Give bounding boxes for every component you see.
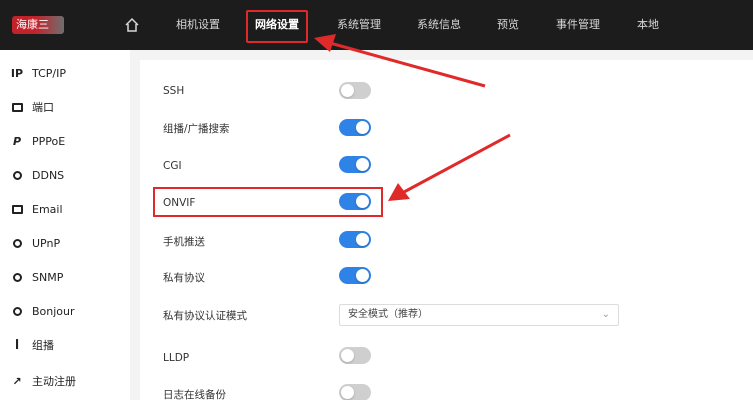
lldp-label: LLDP	[163, 352, 190, 364]
sidebar-item-snmp[interactable]: SNMP	[10, 267, 63, 287]
cgi-label: CGI	[163, 160, 182, 172]
tab-camera-settings[interactable]: 相机设置	[176, 0, 220, 50]
email-icon	[11, 204, 23, 214]
tab-preview[interactable]: 预览	[497, 0, 519, 50]
pppoe-icon: P	[12, 134, 22, 148]
sidebar-item-bonjour[interactable]: Bonjour	[10, 301, 75, 321]
toggle-knob	[356, 158, 369, 171]
private-protocol-label: 私有协议	[163, 272, 205, 284]
onvif-label: ONVIF	[163, 197, 196, 209]
sidebar-item-label: 主动注册	[32, 375, 76, 388]
toggle-knob	[341, 386, 354, 399]
sidebar-item-label: Bonjour	[32, 304, 75, 318]
sidebar-item-ddns[interactable]: DDNS	[10, 165, 64, 185]
settings-panel	[140, 60, 753, 400]
tab-event-management[interactable]: 事件管理	[556, 0, 600, 50]
sidebar-item-label: 端口	[32, 101, 54, 114]
private-protocol-toggle[interactable]	[339, 267, 371, 284]
tab-local[interactable]: 本地	[637, 0, 659, 50]
home-icon[interactable]	[124, 17, 140, 33]
toggle-knob	[356, 195, 369, 208]
onvif-toggle[interactable]	[339, 193, 371, 210]
auth-mode-value: 安全模式（推荐）	[348, 309, 428, 320]
ssh-label: SSH	[163, 85, 185, 97]
sidebar-item-label: 组播	[32, 339, 54, 352]
toggle-knob	[356, 233, 369, 246]
sidebar-item-tcpip[interactable]: IP TCP/IP	[10, 63, 66, 83]
chevron-down-icon: ⌄	[601, 309, 610, 320]
upnp-icon	[12, 238, 22, 248]
sidebar-item-label: PPPoE	[32, 134, 66, 148]
ip-icon: IP	[10, 66, 24, 80]
sidebar-item-label: DDNS	[32, 168, 65, 182]
toggle-knob	[341, 84, 354, 97]
top-nav-bar: 海康三 相机设置 网络设置 系统管理 系统信息 预览 事件管理 本地	[0, 0, 753, 50]
mobile-push-toggle[interactable]	[339, 231, 371, 248]
sidebar-item-upnp[interactable]: UPnP	[10, 233, 60, 253]
ddns-icon	[12, 170, 22, 180]
multicast-icon: ꟾ	[14, 338, 20, 352]
sidebar-item-label: TCP/IP	[32, 66, 66, 80]
bonjour-icon	[12, 306, 22, 316]
auth-mode-select[interactable]: 安全模式（推荐） ⌄	[339, 304, 619, 326]
log-backup-label: 日志在线备份	[163, 389, 226, 400]
register-icon: ↗	[12, 374, 22, 388]
lldp-toggle[interactable]	[339, 347, 371, 364]
sidebar-item-multicast[interactable]: ꟾ 组播	[10, 335, 54, 355]
tab-system-info[interactable]: 系统信息	[417, 0, 461, 50]
sidebar-item-port[interactable]: 端口	[10, 97, 54, 117]
ssh-toggle[interactable]	[339, 82, 371, 99]
sidebar: IP TCP/IP 端口 P PPPoE DDNS Email UPnP SNM…	[0, 50, 130, 400]
snmp-icon	[12, 272, 22, 282]
sidebar-item-label: SNMP	[32, 270, 64, 284]
auth-mode-label: 私有协议认证模式	[163, 310, 247, 322]
sidebar-item-label: UPnP	[32, 236, 61, 250]
sidebar-item-email[interactable]: Email	[10, 199, 63, 219]
sidebar-item-pppoe[interactable]: P PPPoE	[10, 131, 65, 151]
sidebar-item-register[interactable]: ↗ 主动注册	[10, 371, 76, 391]
log-backup-toggle[interactable]	[339, 384, 371, 400]
multicast-search-toggle[interactable]	[339, 119, 371, 136]
sidebar-item-label: Email	[32, 202, 63, 216]
brand-logo: 海康三	[12, 16, 64, 34]
cgi-toggle[interactable]	[339, 156, 371, 173]
port-icon	[11, 102, 23, 112]
mobile-push-label: 手机推送	[163, 236, 205, 248]
toggle-knob	[356, 121, 369, 134]
toggle-knob	[341, 349, 354, 362]
multicast-search-label: 组播/广播搜索	[163, 123, 230, 135]
toggle-knob	[356, 269, 369, 282]
tab-system-management[interactable]: 系统管理	[337, 0, 381, 50]
tab-network-settings[interactable]: 网络设置	[255, 0, 299, 50]
